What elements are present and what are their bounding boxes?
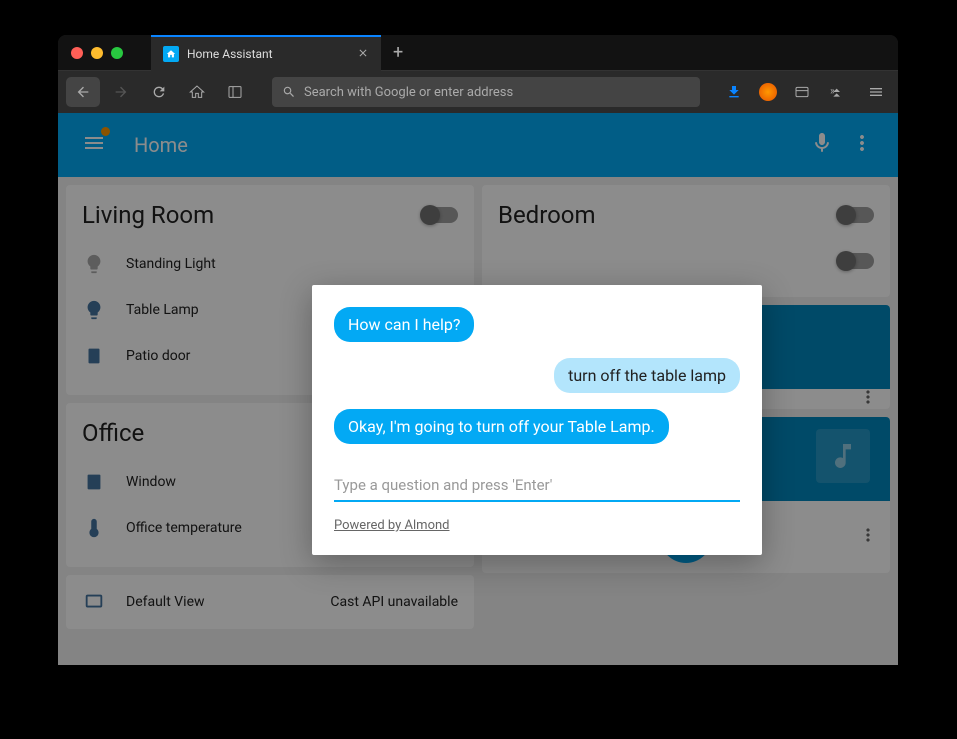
overflow-button[interactable]: »: [822, 78, 850, 106]
back-button[interactable]: [66, 77, 100, 107]
window-minimize-button[interactable]: [91, 47, 103, 59]
chat-input[interactable]: [334, 470, 740, 502]
powered-by-link[interactable]: Powered by Almond: [334, 518, 450, 533]
home-button[interactable]: [180, 77, 214, 107]
chat-message-user: turn off the table lamp: [554, 358, 740, 393]
svg-text:»: »: [830, 85, 835, 98]
conversation-dialog: How can I help? turn off the table lamp …: [312, 285, 762, 555]
app-menu-button[interactable]: [862, 78, 890, 106]
window-controls: [58, 47, 136, 59]
reload-button[interactable]: [142, 77, 176, 107]
address-bar[interactable]: Search with Google or enter address: [272, 77, 700, 107]
tab-title: Home Assistant: [187, 47, 349, 61]
sidebar-button[interactable]: [218, 77, 252, 107]
chat-message-bot: Okay, I'm going to turn off your Table L…: [334, 409, 669, 444]
browser-titlebar: Home Assistant +: [58, 35, 898, 71]
profile-avatar-icon: [759, 83, 777, 101]
tab-close-icon[interactable]: [357, 44, 369, 63]
address-bar-text: Search with Google or enter address: [304, 85, 513, 100]
browser-tab[interactable]: Home Assistant: [151, 35, 381, 71]
search-icon: [282, 85, 296, 99]
new-tab-button[interactable]: +: [381, 42, 415, 63]
browser-toolbar: Search with Google or enter address »: [58, 71, 898, 113]
profile-button[interactable]: [754, 78, 782, 106]
chat-messages: How can I help? turn off the table lamp …: [334, 307, 740, 444]
chat-message-bot: How can I help?: [334, 307, 474, 342]
tab-favicon: [163, 46, 179, 62]
library-button[interactable]: [788, 78, 816, 106]
downloads-button[interactable]: [720, 78, 748, 106]
window-close-button[interactable]: [71, 47, 83, 59]
forward-button[interactable]: [104, 77, 138, 107]
browser-window: Home Assistant + Search with Google or e…: [58, 35, 898, 665]
toolbar-right: »: [720, 78, 890, 106]
window-maximize-button[interactable]: [111, 47, 123, 59]
